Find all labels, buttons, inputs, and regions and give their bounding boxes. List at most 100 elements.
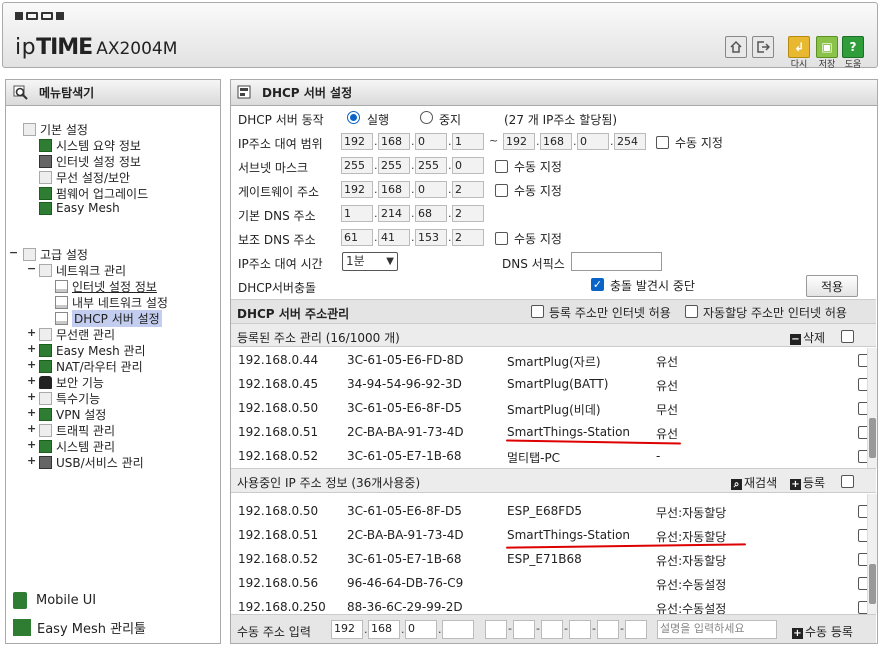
menu-usb-service[interactable]: USB/서비스 관리 [39, 454, 144, 471]
mobile-ui-link[interactable]: Mobile UI [13, 592, 96, 609]
expand-icon[interactable]: + [27, 422, 36, 435]
subnet-octet2[interactable]: 255 [378, 157, 410, 174]
dns1-octet2[interactable]: 214 [378, 205, 410, 222]
save-icon[interactable]: ▣ [816, 36, 838, 58]
range-start-octet3[interactable]: 0 [415, 133, 447, 150]
gateway-manual-checkbox[interactable] [495, 184, 508, 197]
expand-icon[interactable]: + [27, 438, 36, 451]
registered-only-checkbox[interactable] [531, 305, 544, 318]
collapse-icon[interactable]: − [9, 246, 18, 259]
subnet-octet4[interactable]: 0 [452, 157, 484, 174]
range-end-octet2[interactable]: 168 [540, 133, 572, 150]
conflict-stop-checkbox[interactable]: ✓ [591, 278, 604, 291]
dns1-octet4[interactable]: 2 [452, 205, 484, 222]
range-manual-checkbox[interactable] [656, 136, 669, 149]
menu-wireless-lan[interactable]: 무선랜 관리 [39, 326, 115, 343]
row-mac: 88-36-6C-29-99-2D [347, 600, 463, 614]
manual-register-button[interactable]: + 수동 등록 [792, 623, 853, 640]
manual-mac-part2[interactable] [513, 620, 535, 639]
subnet-manual-checkbox[interactable] [495, 160, 508, 173]
expand-icon[interactable]: + [27, 374, 36, 387]
auto-only-checkbox[interactable] [685, 305, 698, 318]
stop-radio[interactable] [420, 111, 433, 124]
register-button[interactable]: + 등록 [790, 474, 825, 491]
menu-firmware[interactable]: 펌웨어 업그레이드 [39, 185, 148, 202]
logout-icon[interactable] [752, 36, 774, 58]
menu-nat-router[interactable]: NAT/라우터 관리 [39, 358, 143, 375]
menu-network[interactable]: 네트워크 관리 [39, 262, 126, 279]
expand-icon[interactable]: + [27, 342, 36, 355]
easymesh-tool-link[interactable]: Easy Mesh 관리툴 [13, 618, 146, 637]
dns2-manual-checkbox[interactable] [495, 232, 508, 245]
manual-ip-octet1[interactable]: 192 [331, 620, 363, 639]
manual-mac-part1[interactable] [485, 620, 507, 639]
manual-mac-part6[interactable] [625, 620, 647, 639]
gateway-octet4[interactable]: 2 [452, 181, 484, 198]
range-start-octet1[interactable]: 192 [341, 133, 373, 150]
gateway-octet3[interactable]: 0 [415, 181, 447, 198]
expand-icon[interactable]: + [27, 406, 36, 419]
manual-mac-part4[interactable] [569, 620, 591, 639]
manual-mac-part3[interactable] [541, 620, 563, 639]
manual-ip-octet4[interactable] [442, 620, 474, 639]
menu-easymesh[interactable]: Easy Mesh [39, 201, 120, 215]
menu-basic-settings[interactable]: 기본 설정 [23, 121, 88, 138]
scrollbar-thumb[interactable] [869, 418, 876, 458]
expand-icon[interactable]: + [27, 390, 36, 403]
apply-button[interactable]: 적용 [806, 275, 858, 297]
rescan-button[interactable]: ⌕ 재검색 [731, 474, 777, 491]
help-icon[interactable]: ? [842, 36, 864, 58]
expand-icon[interactable]: + [27, 326, 36, 339]
subnet-octet3[interactable]: 255 [415, 157, 447, 174]
manual-ip-octet3[interactable]: 0 [405, 620, 437, 639]
menu-vpn[interactable]: VPN 설정 [39, 406, 106, 423]
gateway-octet1[interactable]: 192 [341, 181, 373, 198]
menu-internet-settings[interactable]: 인터넷 설정 정보 [55, 278, 157, 295]
conflict-label: DHCP서버충돌 [238, 281, 317, 295]
menu-system[interactable]: 시스템 관리 [39, 438, 115, 455]
menu-security[interactable]: 보안 기능 [39, 374, 104, 391]
dns2-octet1[interactable]: 61 [341, 229, 373, 246]
menu-dhcp-server[interactable]: DHCP 서버 설정 [55, 310, 162, 327]
folder-icon [23, 248, 36, 261]
subnet-octet1[interactable]: 255 [341, 157, 373, 174]
range-start-octet4[interactable]: 1 [452, 133, 484, 150]
inuse-select-all-checkbox[interactable] [841, 475, 854, 488]
range-end-octet3[interactable]: 0 [577, 133, 609, 150]
menu-special[interactable]: 특수기능 [39, 390, 100, 407]
dns2-octet3[interactable]: 153 [415, 229, 447, 246]
wireless-icon [39, 328, 52, 341]
lease-time-select[interactable]: 1분 ▼ [342, 252, 398, 271]
scrollbar-thumb[interactable] [869, 564, 876, 604]
reload-icon[interactable]: ↲ [788, 36, 810, 58]
delete-button[interactable]: − 삭제 [790, 329, 825, 346]
menu-advanced-settings[interactable]: 고급 설정 [23, 246, 88, 263]
description-input[interactable]: 설명을 입력하세요 [657, 620, 777, 639]
range-start-octet2[interactable]: 168 [378, 133, 410, 150]
registered-select-all-checkbox[interactable] [841, 330, 854, 343]
manual-ip-octet2[interactable]: 168 [368, 620, 400, 639]
menu-lan-settings[interactable]: 내부 네트워크 설정 [55, 294, 168, 311]
manual-mac-part5[interactable] [597, 620, 619, 639]
collapse-icon[interactable]: − [27, 262, 36, 275]
menu-internet-info[interactable]: 인터넷 설정 정보 [39, 153, 141, 170]
dns-suffix-input[interactable] [571, 252, 662, 271]
gateway-octet2[interactable]: 168 [378, 181, 410, 198]
range-end-octet4[interactable]: 254 [614, 133, 646, 150]
run-radio[interactable] [347, 111, 360, 124]
dot: . [374, 159, 378, 172]
inuse-scrollbar[interactable] [867, 494, 877, 614]
menu-easymesh-mgmt[interactable]: Easy Mesh 관리 [39, 342, 146, 359]
expand-icon[interactable]: + [27, 454, 36, 467]
menu-traffic[interactable]: 트래픽 관리 [39, 422, 115, 439]
menu-wireless-security[interactable]: 무선 설정/보안 [39, 169, 130, 186]
dns2-octet4[interactable]: 2 [452, 229, 484, 246]
expand-icon[interactable]: + [27, 358, 36, 371]
home-icon[interactable] [725, 36, 747, 58]
range-end-octet1[interactable]: 192 [503, 133, 535, 150]
dns1-octet3[interactable]: 68 [415, 205, 447, 222]
registered-scrollbar[interactable] [867, 348, 877, 468]
dns1-octet1[interactable]: 1 [341, 205, 373, 222]
menu-system-summary[interactable]: 시스템 요약 정보 [39, 137, 141, 154]
dns2-octet2[interactable]: 41 [378, 229, 410, 246]
